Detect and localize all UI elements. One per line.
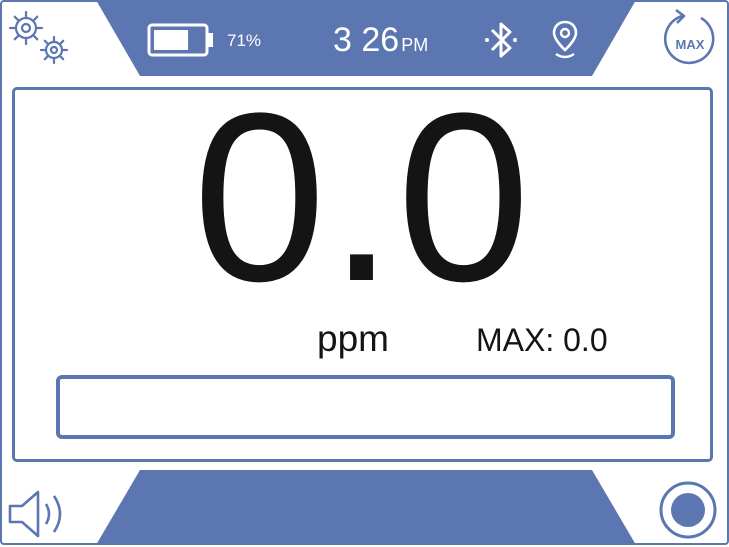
record-button[interactable] xyxy=(654,478,722,542)
record-button-icon xyxy=(659,481,717,539)
settings-gear-icon xyxy=(8,10,69,65)
battery-percent: 71% xyxy=(227,31,262,50)
clock-time: 3 26 xyxy=(333,21,400,59)
speaker-button[interactable] xyxy=(4,486,74,542)
settings-button[interactable] xyxy=(4,6,74,68)
bottom-bar xyxy=(96,470,636,545)
reading-unit: ppm xyxy=(317,318,389,359)
battery-icon xyxy=(147,23,213,57)
max-reset-button[interactable]: MAX xyxy=(656,6,724,72)
clock: 3 26 PM xyxy=(333,21,428,60)
clock-ampm: PM xyxy=(401,35,429,55)
gps-location-icon xyxy=(552,20,578,59)
gas-reading-value: 0.0 xyxy=(192,63,533,331)
speaker-icon xyxy=(8,490,62,538)
max-reset-icon: MAX xyxy=(663,8,715,65)
reading-bar-graph xyxy=(56,375,675,439)
bluetooth-icon xyxy=(485,22,517,58)
max-reading-label: MAX: 0.0 xyxy=(476,322,608,358)
max-reset-label: MAX xyxy=(676,37,705,52)
